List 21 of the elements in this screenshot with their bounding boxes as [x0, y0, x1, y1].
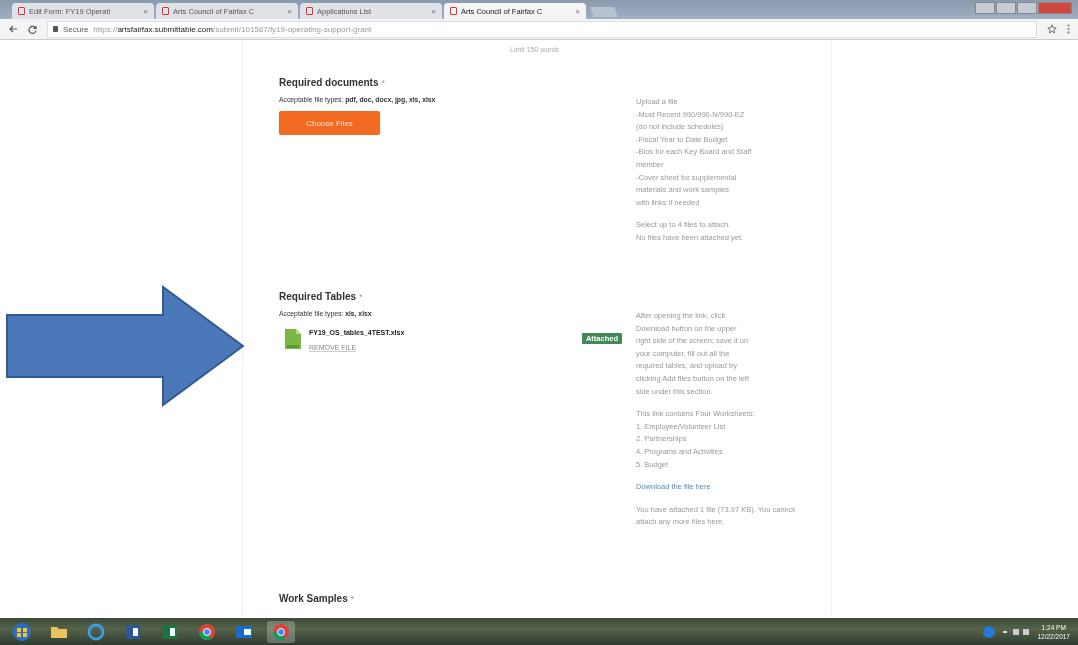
page-icon [162, 7, 169, 15]
section-title: Required Tables * [279, 291, 364, 302]
lock-icon [53, 26, 58, 32]
spreadsheet-file-icon [285, 329, 301, 349]
page-icon [18, 7, 25, 15]
section-title: Work Samples * [279, 593, 356, 604]
reload-icon[interactable] [28, 24, 37, 34]
chrome-icon[interactable] [267, 620, 295, 643]
address-bar[interactable]: Secure https://artsfairfax.submittable.com/submit/101587/fy19-operating-support-grant [47, 20, 1037, 38]
back-icon[interactable] [8, 25, 18, 33]
secure-label: Secure [63, 24, 89, 34]
url-text: https://artsfairfax.submittable.com/submit/101587/fy19-operating-support-grant [93, 24, 372, 34]
close-icon[interactable]: × [287, 6, 292, 16]
page-icon [306, 7, 313, 15]
star-icon[interactable] [1047, 24, 1057, 34]
page-icon [450, 7, 457, 15]
menu-icon[interactable] [1067, 24, 1070, 34]
close-icon[interactable]: × [431, 6, 436, 16]
close-icon[interactable]: × [575, 6, 580, 16]
section-title: Required documents * [279, 77, 386, 88]
close-icon[interactable]: × [143, 6, 148, 16]
